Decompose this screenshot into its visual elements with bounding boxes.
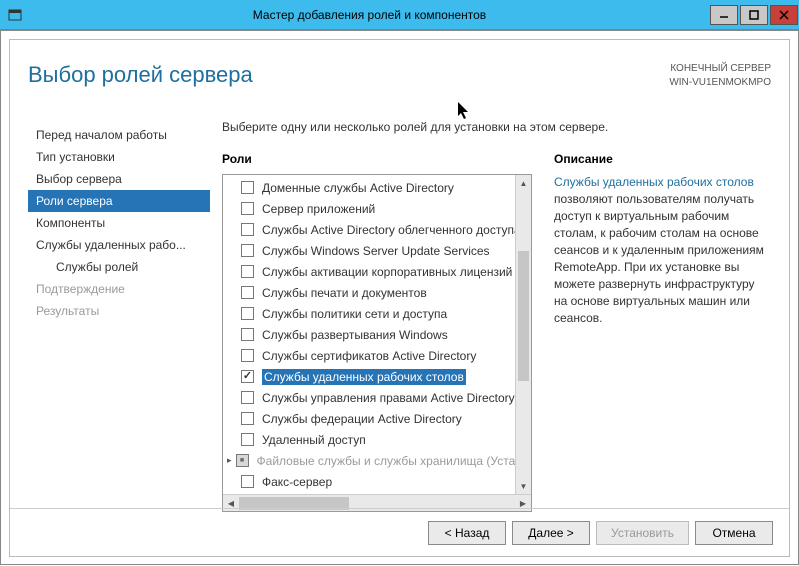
page-title: Выбор ролей сервера bbox=[28, 62, 669, 88]
description-highlight: Службы удаленных рабочих столов bbox=[554, 175, 754, 189]
scroll-left-icon[interactable]: ◀ bbox=[223, 499, 239, 508]
minimize-button[interactable] bbox=[710, 5, 738, 25]
sidebar-item-7: Подтверждение bbox=[28, 278, 210, 300]
scroll-down-icon[interactable]: ▼ bbox=[516, 478, 531, 494]
role-item-11[interactable]: Службы федерации Active Directory bbox=[223, 408, 515, 429]
role-checkbox[interactable] bbox=[241, 202, 254, 215]
role-item-0[interactable]: Доменные службы Active Directory bbox=[223, 177, 515, 198]
install-button: Установить bbox=[596, 521, 689, 545]
role-label: Сервер приложений bbox=[262, 202, 375, 216]
sidebar-item-2[interactable]: Выбор сервера bbox=[28, 168, 210, 190]
role-item-14[interactable]: Факс-сервер bbox=[223, 471, 515, 492]
role-item-9[interactable]: Службы удаленных рабочих столов bbox=[223, 366, 515, 387]
role-label: Службы федерации Active Directory bbox=[262, 412, 462, 426]
close-button[interactable] bbox=[770, 5, 798, 25]
role-checkbox[interactable] bbox=[241, 433, 254, 446]
role-checkbox[interactable] bbox=[241, 391, 254, 404]
role-label: Службы Active Directory облегченного дос… bbox=[262, 223, 529, 237]
scroll-up-icon[interactable]: ▲ bbox=[516, 175, 531, 191]
role-item-5[interactable]: Службы печати и документов bbox=[223, 282, 515, 303]
role-label: Службы Windows Server Update Services bbox=[262, 244, 490, 258]
scroll-thumb-v[interactable] bbox=[518, 251, 529, 381]
maximize-button[interactable] bbox=[740, 5, 768, 25]
instruction-text: Выберите одну или несколько ролей для ус… bbox=[222, 120, 771, 134]
role-checkbox[interactable] bbox=[241, 181, 254, 194]
server-label: КОНЕЧНЫЙ СЕРВЕР bbox=[669, 62, 771, 76]
window-title: Мастер добавления ролей и компонентов bbox=[30, 8, 709, 22]
vertical-scrollbar[interactable]: ▲ ▼ bbox=[515, 175, 531, 494]
role-checkbox[interactable] bbox=[241, 223, 254, 236]
sidebar-item-1[interactable]: Тип установки bbox=[28, 146, 210, 168]
role-item-2[interactable]: Службы Active Directory облегченного дос… bbox=[223, 219, 515, 240]
sidebar-item-3[interactable]: Роли сервера bbox=[28, 190, 210, 212]
role-checkbox[interactable] bbox=[241, 328, 254, 341]
sidebar-item-8: Результаты bbox=[28, 300, 210, 322]
role-checkbox[interactable] bbox=[241, 265, 254, 278]
role-item-7[interactable]: Службы развертывания Windows bbox=[223, 324, 515, 345]
role-label: Удаленный доступ bbox=[262, 433, 366, 447]
role-checkbox[interactable] bbox=[241, 349, 254, 362]
next-button[interactable]: Далее > bbox=[512, 521, 590, 545]
role-label: Службы политики сети и доступа bbox=[262, 307, 447, 321]
description-heading: Описание bbox=[554, 152, 771, 166]
wizard-sidebar: Перед началом работыТип установкиВыбор с… bbox=[28, 120, 210, 498]
role-label: Службы развертывания Windows bbox=[262, 328, 448, 342]
titlebar: Мастер добавления ролей и компонентов bbox=[0, 0, 799, 30]
sidebar-item-6[interactable]: Службы ролей bbox=[28, 256, 210, 278]
role-label: Службы удаленных рабочих столов bbox=[262, 369, 466, 385]
sidebar-item-4[interactable]: Компоненты bbox=[28, 212, 210, 234]
role-label: Доменные службы Active Directory bbox=[262, 181, 454, 195]
server-name: WIN-VU1ENMOKMPO bbox=[669, 76, 771, 90]
cancel-button[interactable]: Отмена bbox=[695, 521, 773, 545]
scroll-right-icon[interactable]: ▶ bbox=[515, 499, 531, 508]
role-item-8[interactable]: Службы сертификатов Active Directory bbox=[223, 345, 515, 366]
role-checkbox[interactable] bbox=[241, 286, 254, 299]
role-item-12[interactable]: Удаленный доступ bbox=[223, 429, 515, 450]
roles-listbox: Доменные службы Active Directory Сервер п… bbox=[222, 174, 532, 512]
role-item-10[interactable]: Службы управления правами Active Directo… bbox=[223, 387, 515, 408]
sidebar-item-5[interactable]: Службы удаленных рабо... bbox=[28, 234, 210, 256]
description-text: Службы удаленных рабочих столов позволяю… bbox=[554, 174, 771, 327]
role-checkbox[interactable] bbox=[241, 244, 254, 257]
role-label: Файловые службы и службы хранилища (Уста… bbox=[257, 454, 529, 468]
role-label: Службы печати и документов bbox=[262, 286, 427, 300]
server-info: КОНЕЧНЫЙ СЕРВЕР WIN-VU1ENMOKMPO bbox=[669, 62, 771, 90]
role-checkbox[interactable] bbox=[241, 412, 254, 425]
app-icon bbox=[8, 8, 22, 22]
roles-heading: Роли bbox=[222, 152, 532, 166]
back-button[interactable]: < Назад bbox=[428, 521, 506, 545]
role-item-13[interactable]: ▸Файловые службы и службы хранилища (Уст… bbox=[223, 450, 515, 471]
role-label: Службы сертификатов Active Directory bbox=[262, 349, 476, 363]
role-item-1[interactable]: Сервер приложений bbox=[223, 198, 515, 219]
role-item-6[interactable]: Службы политики сети и доступа bbox=[223, 303, 515, 324]
wizard-footer: < Назад Далее > Установить Отмена bbox=[10, 508, 789, 556]
sidebar-item-0[interactable]: Перед началом работы bbox=[28, 124, 210, 146]
role-checkbox[interactable] bbox=[241, 475, 254, 488]
role-label: Службы активации корпоративных лицензий bbox=[262, 265, 512, 279]
role-label: Службы управления правами Active Directo… bbox=[262, 391, 515, 405]
role-checkbox[interactable] bbox=[236, 454, 249, 467]
role-checkbox[interactable] bbox=[241, 307, 254, 320]
role-item-3[interactable]: Службы Windows Server Update Services bbox=[223, 240, 515, 261]
description-body: позволяют пользователям получать доступ … bbox=[554, 192, 764, 325]
role-checkbox[interactable] bbox=[241, 370, 254, 383]
expand-icon[interactable]: ▸ bbox=[227, 455, 232, 466]
role-item-4[interactable]: Службы активации корпоративных лицензий bbox=[223, 261, 515, 282]
role-label: Факс-сервер bbox=[262, 475, 332, 489]
